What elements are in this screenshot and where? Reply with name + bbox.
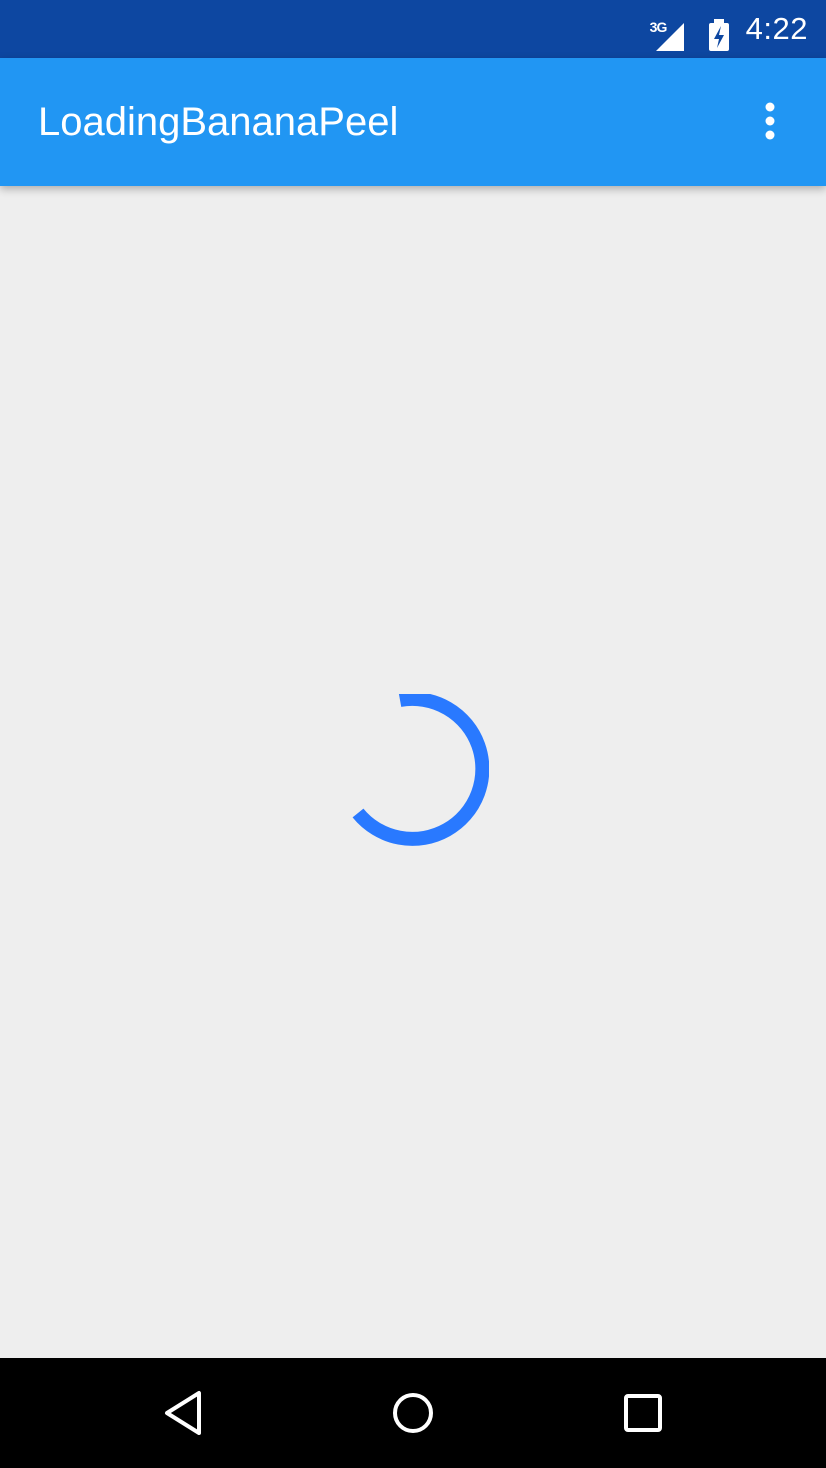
status-time: 4:22	[745, 11, 808, 46]
navigation-bar	[0, 1358, 826, 1468]
recents-icon	[624, 1394, 662, 1432]
battery-charging-icon	[706, 7, 732, 51]
progress-spinner	[352, 694, 489, 846]
recents-button[interactable]	[603, 1373, 683, 1453]
app-title: LoadingBananaPeel	[38, 100, 399, 144]
more-vert-icon	[765, 102, 775, 140]
status-icons: 3G 4:22	[648, 0, 808, 58]
app-bar: LoadingBananaPeel	[0, 58, 826, 186]
status-bar: 3G 4:22	[0, 0, 826, 58]
back-icon	[165, 1391, 201, 1435]
overflow-menu-button[interactable]	[738, 90, 802, 154]
signal-icon: 3G	[648, 7, 692, 51]
back-button[interactable]	[143, 1373, 223, 1453]
home-icon	[393, 1393, 433, 1433]
home-button[interactable]	[373, 1373, 453, 1453]
